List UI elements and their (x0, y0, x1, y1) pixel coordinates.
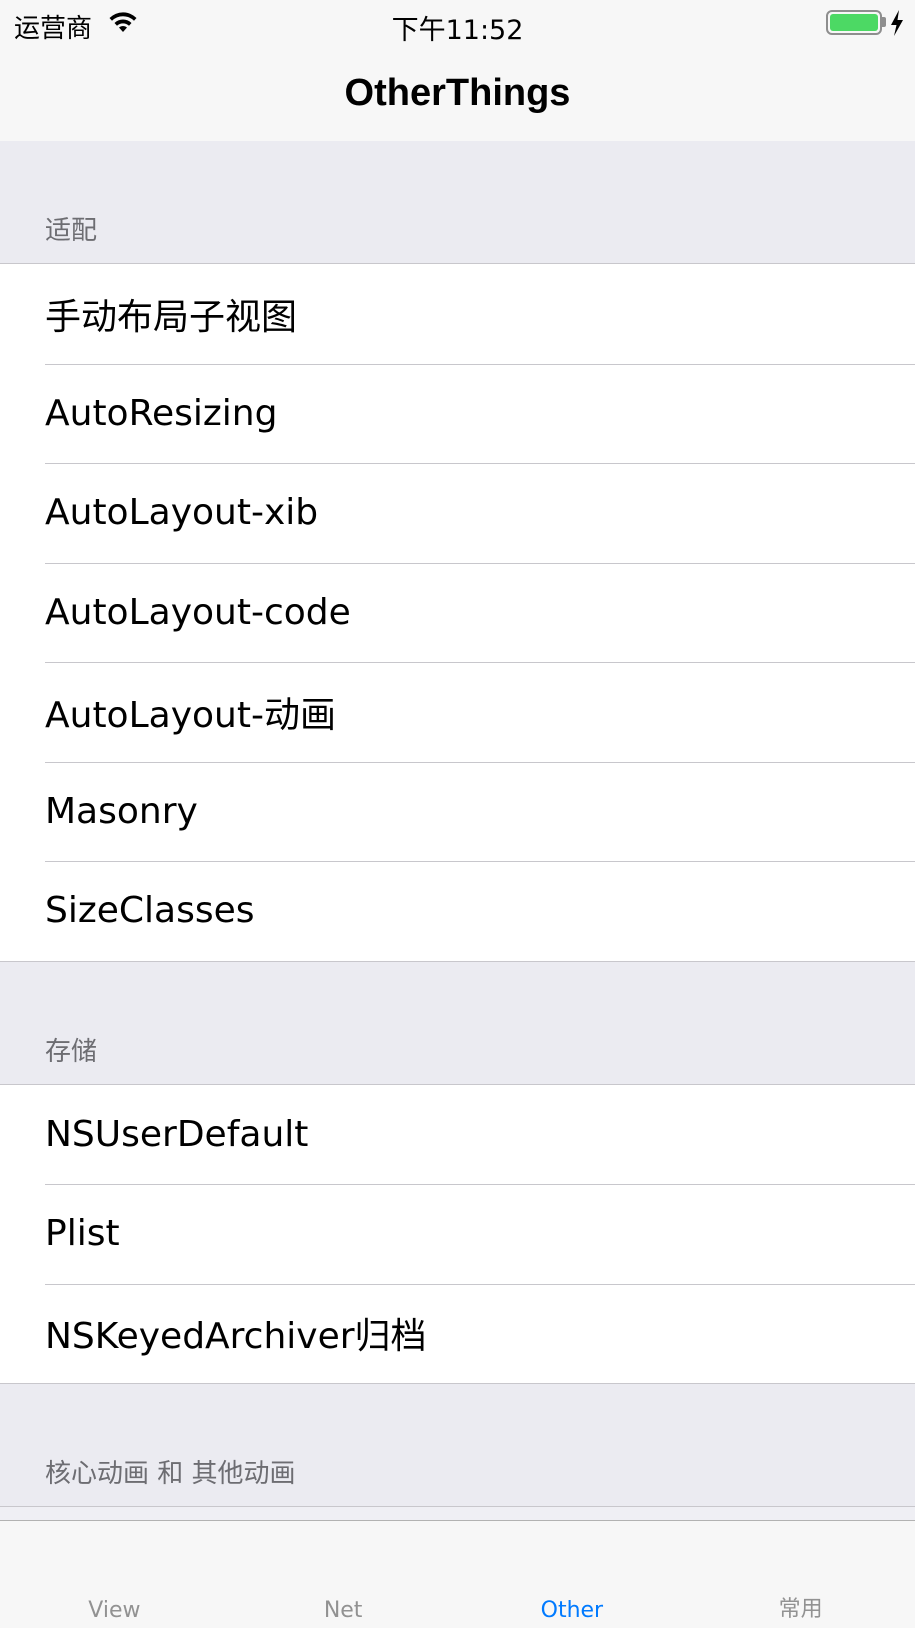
table-cell-plist[interactable]: Plist (0, 1184, 915, 1284)
tab-other[interactable]: Other (458, 1521, 687, 1628)
section-cells: NSUserDefault Plist NSKeyedArchiver归档 (0, 1084, 915, 1384)
tab-label: Net (323, 1598, 363, 1623)
cell-label: AutoLayout-xib (45, 492, 319, 534)
cell-label: NSKeyedArchiver归档 (45, 1316, 427, 1358)
table-cell-item-0-0[interactable]: 手动布局子视图 (0, 264, 915, 364)
section-header: 核心动画 和 其他动画 (0, 1384, 915, 1507)
table-cell-sizeclasses[interactable]: SizeClasses (0, 861, 915, 961)
cell-label: NSUserDefault (45, 1113, 309, 1155)
tab-item-3[interactable]: 常用 (686, 1521, 915, 1628)
battery-fill (830, 14, 878, 31)
section-header-label: 适配 (45, 216, 98, 246)
table-cell-autolayout[interactable]: AutoLayout-动画 (0, 662, 915, 762)
tab-label: Other (540, 1598, 604, 1623)
table-cell-masonry[interactable]: Masonry (0, 761, 915, 862)
tab-label: View (88, 1598, 141, 1623)
charging-bolt-icon (891, 10, 903, 36)
table-cell-autoresizing[interactable]: AutoResizing (0, 363, 915, 464)
table-cell-autolayout-code[interactable]: AutoLayout-code (0, 562, 915, 663)
navigation-bar: OtherThings (0, 46, 915, 141)
table-view[interactable]: 适配手动布局子视图 AutoResizing AutoLayout-xib AutoL… (0, 141, 915, 1520)
battery-icon (826, 10, 882, 35)
tab-label: 常用 (778, 1597, 823, 1622)
table-cell-nsuserdefault[interactable]: NSUserDefault (0, 1085, 915, 1185)
status-bar: 运营商 下午11:52 (0, 0, 915, 46)
cell-label: AutoLayout-动画 (45, 694, 336, 736)
tab-net[interactable]: Net (229, 1521, 458, 1628)
cell-label: SizeClasses (45, 890, 255, 932)
cell-label: Plist (45, 1213, 120, 1255)
section-header-label: 存储 (45, 1036, 98, 1067)
battery-cap (882, 17, 886, 27)
tab-view[interactable]: View (0, 1521, 229, 1628)
cell-label: 手动布局子视图 (45, 296, 298, 338)
table-cell-autolayout-xib[interactable]: AutoLayout-xib (0, 463, 915, 563)
cell-label: AutoLayout-code (45, 591, 351, 633)
section-cells: 手动布局子视图 AutoResizing AutoLayout-xib AutoLay… (0, 264, 915, 962)
cell-label: AutoResizing (45, 392, 278, 434)
status-time: 下午11:52 (391, 15, 524, 46)
cell-label: Masonry (45, 790, 198, 832)
tab-bar: View Net Other 常用 (0, 1520, 915, 1628)
section-header: 存储 (0, 961, 915, 1085)
section-header-label: 核心动画 和 其他动画 (45, 1459, 296, 1489)
page-title: OtherThings (344, 72, 571, 114)
table-cell-nskeyedarchiver[interactable]: NSKeyedArchiver归档 (0, 1283, 915, 1384)
section-header: 适配 (0, 141, 915, 264)
